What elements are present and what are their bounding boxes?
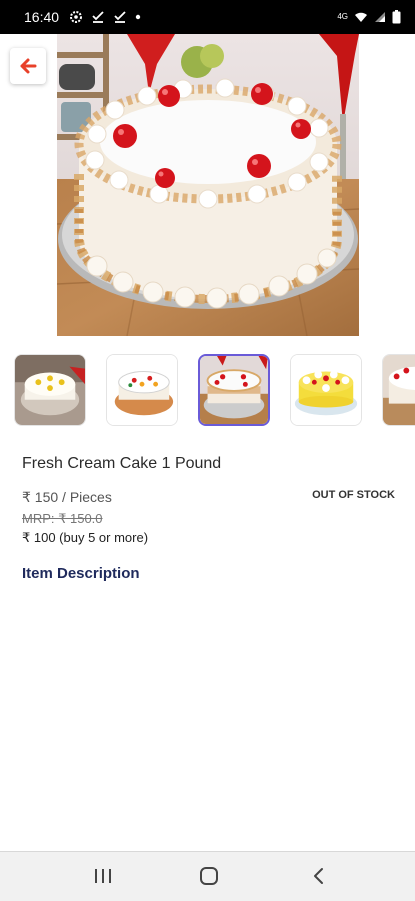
recent-apps-button[interactable]: [92, 866, 114, 886]
check-icon: [114, 11, 126, 23]
product-mrp: MRP: ₹ 150.0: [22, 511, 103, 526]
back-icon: [314, 868, 323, 884]
notification-icons: [69, 10, 141, 24]
wifi-icon: [355, 12, 367, 22]
home-icon: [200, 867, 218, 885]
thumbnail-4[interactable]: [290, 354, 362, 426]
system-navigation-bar: [0, 851, 415, 901]
settings-icon: [70, 11, 83, 23]
check-icon: [92, 11, 104, 23]
dot-icon: [135, 14, 141, 20]
item-description-heading: Item Description: [22, 565, 140, 582]
recent-apps-icon: [95, 869, 111, 883]
system-icons: 4G: [337, 10, 401, 24]
thumbnail-2[interactable]: [106, 354, 178, 426]
product-price: ₹ 150 / Pieces: [22, 489, 112, 505]
thumbnail-carousel[interactable]: [0, 352, 415, 432]
back-nav-button[interactable]: [308, 866, 330, 886]
signal-icon: [375, 12, 385, 22]
arrow-left-icon: [20, 58, 37, 74]
bulk-price: ₹ 100 (buy 5 or more): [22, 530, 149, 545]
thumbnail-3[interactable]: [198, 354, 270, 426]
thumbnail-1[interactable]: [14, 354, 86, 426]
stock-status-badge: OUT OF STOCK: [312, 489, 395, 501]
network-type: 4G: [337, 12, 348, 21]
product-title: Fresh Cream Cake 1 Pound: [22, 455, 222, 472]
thumbnail-5[interactable]: [382, 354, 415, 426]
battery-icon: [392, 10, 401, 24]
status-time: 16:40: [24, 9, 60, 25]
status-bar: 16:40 4G: [0, 0, 415, 34]
product-detail-screen: Fresh Cream Cake 1 Pound ₹ 150 / Pieces …: [0, 34, 415, 851]
home-button[interactable]: [198, 866, 220, 886]
back-button[interactable]: [10, 48, 46, 84]
product-main-image: [57, 34, 359, 336]
